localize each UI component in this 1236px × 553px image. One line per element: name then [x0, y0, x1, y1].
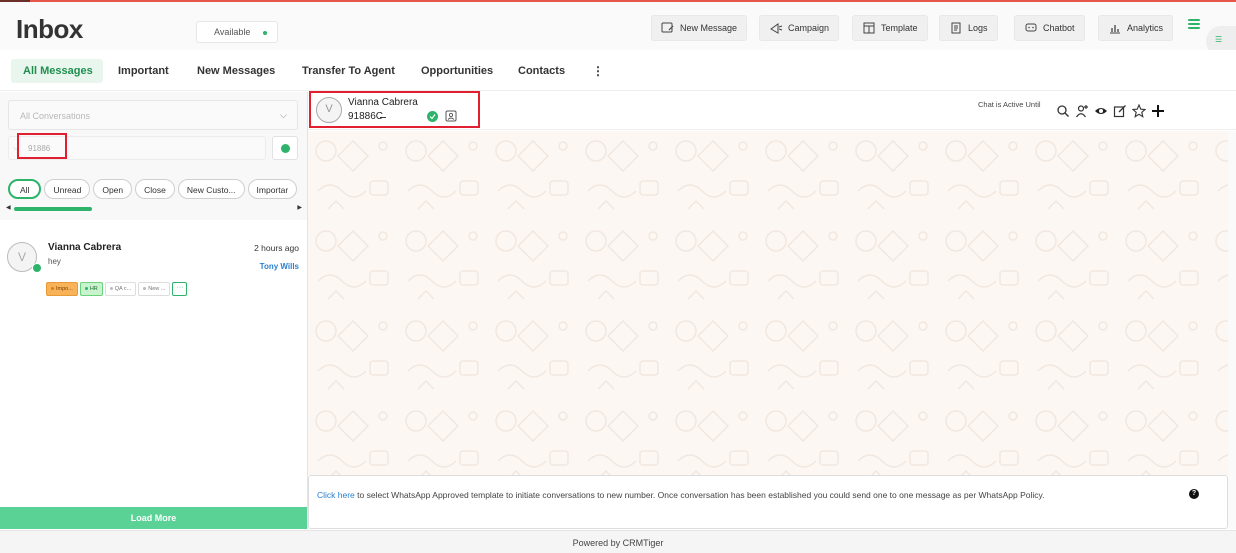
campaign-icon	[770, 23, 783, 34]
tab-all-messages[interactable]: All Messages	[11, 59, 103, 83]
list-icon: ☰	[1215, 35, 1223, 44]
tab-bar: All Messages Important New Messages Tran…	[0, 50, 1236, 91]
new-message-button[interactable]: New Message	[651, 15, 748, 41]
page-title: Inbox	[16, 14, 83, 44]
whatsapp-icon	[32, 263, 42, 273]
chat-messages-area	[308, 131, 1228, 475]
campaign-label: Campaign	[788, 23, 830, 33]
chatbot-label: Chatbot	[1043, 23, 1075, 33]
eye-icon[interactable]	[1094, 104, 1108, 118]
analytics-label: Analytics	[1127, 23, 1164, 33]
tag-hr[interactable]: HR	[79, 282, 103, 296]
new-message-icon	[661, 22, 674, 33]
analytics-button[interactable]: Analytics	[1098, 15, 1174, 41]
pill-important[interactable]: Importar	[247, 179, 298, 199]
footer: Powered by CRMTiger	[0, 530, 1236, 553]
list-item[interactable]: V Vianna Cabrera 2 hours ago hey Tony Wi…	[0, 232, 307, 302]
search-highlight-box	[17, 133, 67, 159]
tag-important[interactable]: Impo...	[46, 282, 78, 296]
load-more-button[interactable]: Load More	[0, 507, 307, 529]
template-notice: Click here to select WhatsApp Approved t…	[317, 490, 1045, 500]
more-tabs-icon[interactable]: ⋮	[592, 64, 604, 78]
filter-pills: All Unread Open Close New Custo... Importar	[8, 179, 308, 199]
star-icon[interactable]	[1132, 104, 1146, 118]
new-message-label: New Message	[680, 23, 738, 33]
tag-qa[interactable]: QA c...	[104, 282, 137, 296]
tab-transfer-to-agent[interactable]: Transfer To Agent	[302, 59, 395, 83]
chat-active-label: Chat is Active Until	[978, 100, 1041, 109]
scrollbar-thumb[interactable]	[14, 207, 92, 211]
contact-highlight-box	[309, 91, 480, 128]
pill-open[interactable]: Open	[93, 179, 133, 199]
pill-new-customer[interactable]: New Custo...	[177, 179, 245, 199]
template-label: Template	[881, 23, 918, 33]
chat-wallpaper-pattern	[308, 131, 1228, 475]
logs-label: Logs	[968, 23, 988, 33]
tab-new-messages[interactable]: New Messages	[197, 59, 275, 83]
chevron-down-icon: ⌵	[280, 110, 287, 120]
avatar-letter: V	[17, 250, 26, 264]
scroll-left-icon[interactable]: ◀	[6, 204, 11, 211]
template-button[interactable]: Template	[852, 15, 928, 41]
chatbot-button[interactable]: Chatbot	[1014, 15, 1085, 41]
tab-contacts[interactable]: Contacts	[518, 59, 565, 83]
menu-icon[interactable]	[1188, 19, 1200, 31]
conversation-tags: Impo... HR QA c... New ... ···	[46, 282, 189, 296]
pill-all[interactable]: All	[8, 179, 42, 199]
template-icon	[863, 22, 875, 34]
avatar: V	[7, 242, 42, 273]
pill-unread[interactable]: Unread	[44, 179, 91, 199]
analytics-icon	[1110, 25, 1120, 34]
tab-opportunities[interactable]: Opportunities	[421, 59, 493, 83]
message-composer: Click here to select WhatsApp Approved t…	[308, 475, 1228, 529]
more-tags-icon[interactable]: ···	[172, 282, 188, 296]
conversation-time: 2 hours ago	[254, 243, 299, 253]
tab-important[interactable]: Important	[118, 59, 169, 83]
pill-close[interactable]: Close	[135, 179, 175, 199]
edit-icon[interactable]	[1113, 104, 1127, 118]
conversation-name: Vianna Cabrera	[48, 242, 122, 253]
conversation-filter-select[interactable]: All Conversations ⌵	[8, 100, 298, 130]
availability-label: Available	[214, 27, 251, 37]
help-icon[interactable]: ?	[1189, 489, 1199, 499]
search-icon[interactable]	[1056, 104, 1070, 118]
green-dot-icon	[281, 144, 290, 153]
tag-new[interactable]: New ...	[138, 282, 171, 296]
search-go-button[interactable]	[272, 136, 298, 160]
conversation-filter-value: All Conversations	[20, 111, 91, 121]
chat-actions	[1056, 102, 1165, 120]
conversation-last-message: hey	[48, 257, 61, 266]
plus-icon[interactable]	[1151, 104, 1165, 118]
template-notice-text: to select WhatsApp Approved template to …	[354, 490, 1045, 500]
add-user-icon[interactable]	[1075, 104, 1089, 118]
chatbot-icon	[1025, 23, 1037, 32]
scroll-right-icon[interactable]: ▶	[297, 204, 302, 211]
app-header: Inbox Available New Message Campaign Tem…	[0, 2, 1236, 50]
logs-button[interactable]: Logs	[939, 15, 998, 41]
chat-scrollbar[interactable]	[1228, 131, 1236, 529]
pills-scrollbar[interactable]: ◀ ▶	[6, 204, 302, 212]
campaign-button[interactable]: Campaign	[759, 15, 840, 41]
availability-select[interactable]: Available	[196, 21, 278, 43]
status-dot-icon	[263, 31, 267, 35]
click-here-link[interactable]: Click here	[317, 490, 355, 500]
logs-icon	[951, 22, 961, 34]
assigned-agent: Tony Wills	[259, 262, 299, 271]
